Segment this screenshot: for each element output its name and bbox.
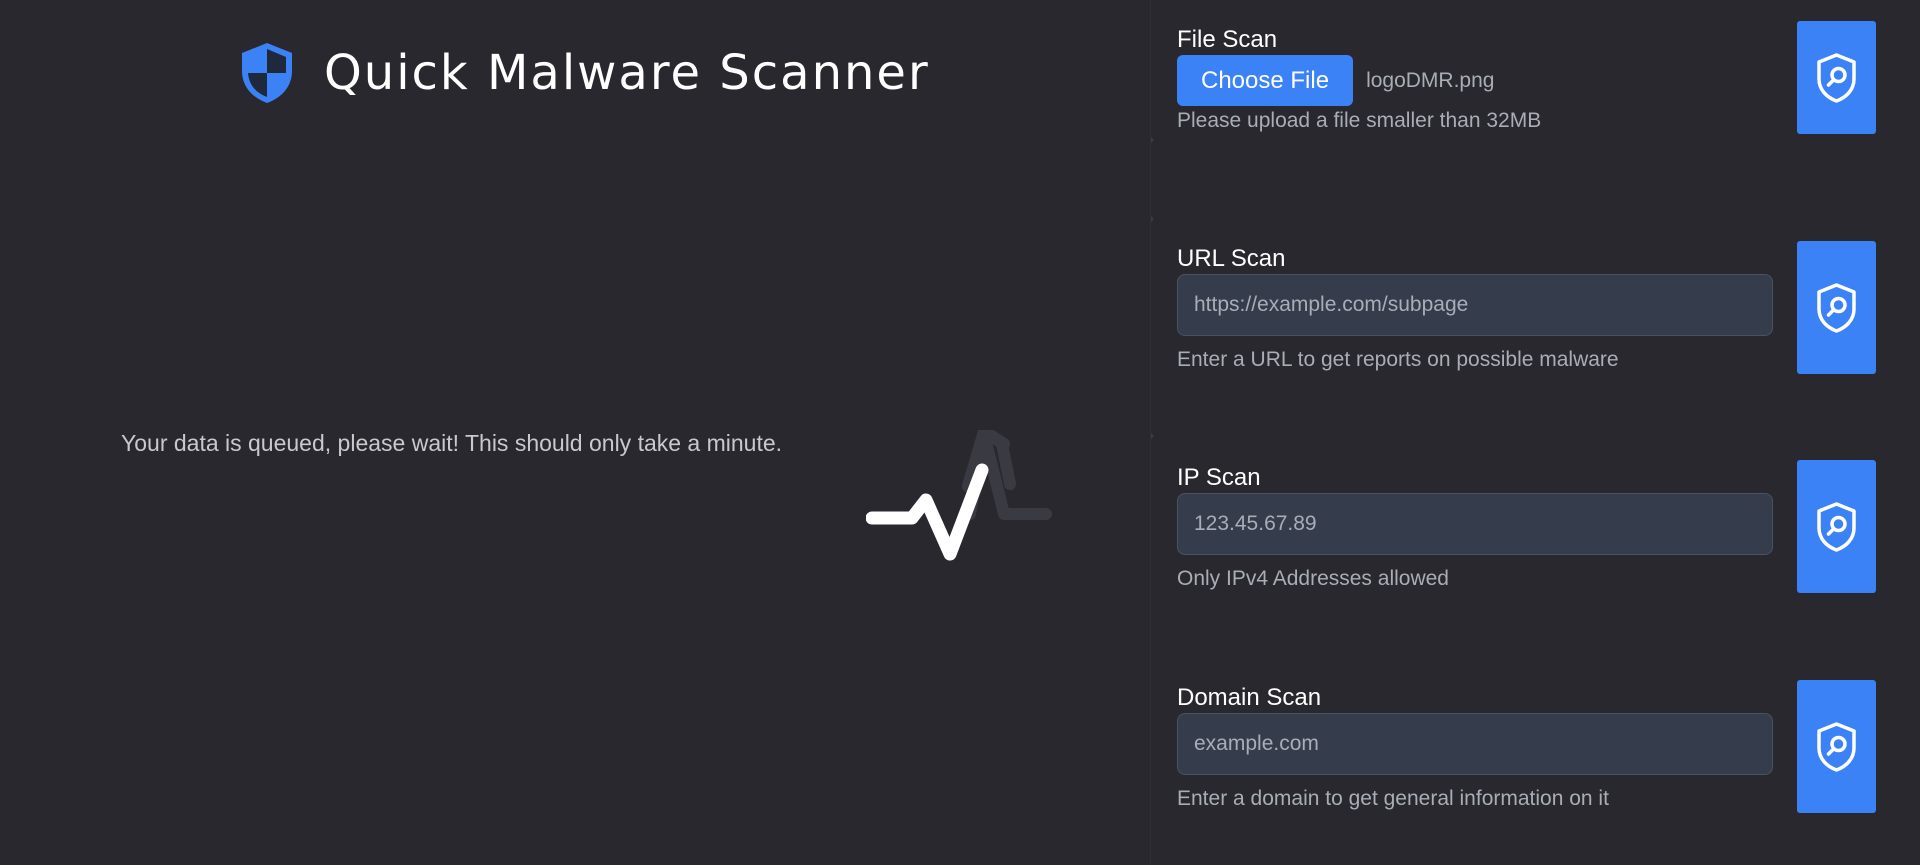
selected-file-name: logoDMR.png — [1366, 68, 1495, 92]
domain-scan-label: Domain Scan — [1177, 684, 1322, 711]
file-picker: Choose File logoDMR.png — [1177, 55, 1494, 106]
url-scan-label: URL Scan — [1177, 245, 1286, 272]
ip-input[interactable] — [1177, 493, 1773, 555]
file-scan-card: File Scan Choose File logoDMR.png Please… — [1177, 21, 1877, 160]
app-brand: Quick Malware Scanner — [238, 38, 930, 108]
file-scan-label: File Scan — [1177, 26, 1278, 53]
choose-file-button[interactable]: Choose File — [1177, 55, 1354, 106]
pulse-loader-icon — [866, 430, 1052, 561]
ip-scan-card: IP Scan Only IPv4 Addresses allowed — [1177, 460, 1877, 598]
shield-search-icon — [1817, 282, 1856, 333]
file-scan-help: Please upload a file smaller than 32MB — [1177, 109, 1542, 132]
ip-scan-help: Only IPv4 Addresses allowed — [1177, 567, 1449, 590]
url-input[interactable] — [1177, 274, 1773, 336]
shield-icon — [242, 43, 292, 103]
domain-input[interactable] — [1177, 713, 1773, 775]
left-pane: Quick Malware Scanner Your data is queue… — [0, 0, 1150, 865]
ip-scan-label: IP Scan — [1177, 464, 1261, 491]
queue-status-message: Your data is queued, please wait! This s… — [121, 430, 783, 456]
url-scan-card: URL Scan Enter a URL to get reports on p… — [1177, 241, 1877, 379]
url-scan-submit-button[interactable] — [1797, 241, 1876, 374]
app-title: Quick Malware Scanner — [324, 45, 930, 101]
domain-scan-help: Enter a domain to get general informatio… — [1177, 787, 1609, 810]
ip-scan-submit-button[interactable] — [1797, 460, 1876, 593]
queue-status: Your data is queued, please wait! This s… — [121, 430, 782, 457]
shield-search-icon — [1817, 501, 1856, 552]
url-scan-help: Enter a URL to get reports on possible m… — [1177, 348, 1619, 371]
domain-scan-submit-button[interactable] — [1797, 680, 1876, 813]
shield-search-icon — [1817, 721, 1856, 772]
domain-scan-card: Domain Scan Enter a domain to get genera… — [1177, 680, 1877, 818]
shield-search-icon — [1817, 52, 1856, 103]
scan-panel: File Scan Choose File logoDMR.png Please… — [1150, 0, 1920, 865]
file-scan-submit-button[interactable] — [1797, 21, 1876, 134]
